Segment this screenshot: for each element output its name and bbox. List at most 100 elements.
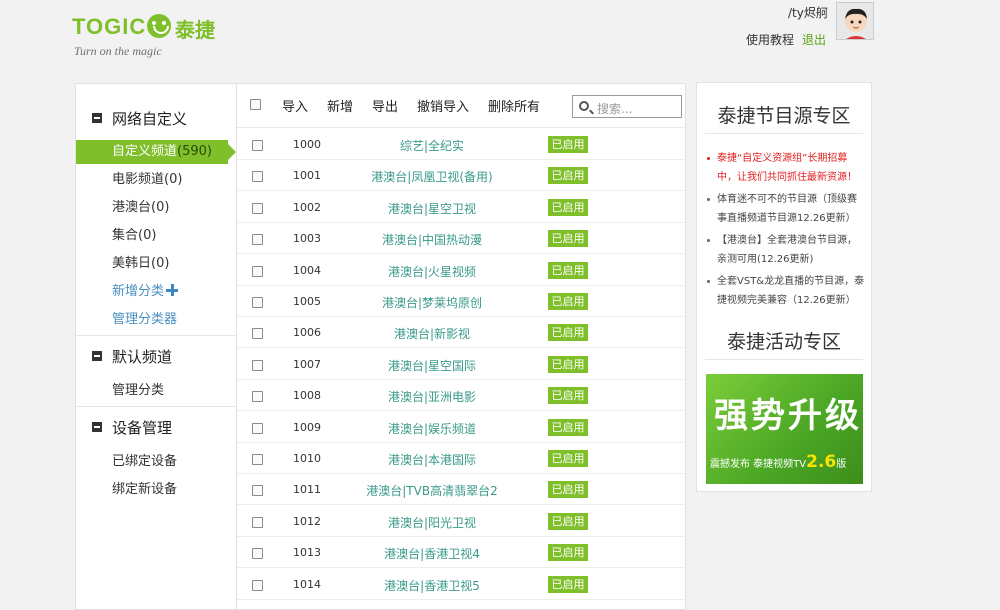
status-badge[interactable]: 已启用: [548, 230, 588, 248]
channel-name[interactable]: 港澳台|新影视: [347, 325, 517, 342]
status-badge[interactable]: 已启用: [548, 293, 588, 310]
status-badge[interactable]: 已启用: [548, 167, 588, 185]
table-row[interactable]: 1007 港澳台|星空国际 已启用: [237, 349, 686, 380]
status-badge[interactable]: 已启用: [548, 355, 588, 373]
collapse-minus-icon[interactable]: [92, 422, 102, 432]
channel-id: 1012: [293, 514, 321, 528]
sidebar-item-count: (0): [151, 256, 170, 271]
sidebar-item-custom-channels[interactable]: 自定义频道(590): [76, 140, 236, 164]
sidebar-item-bind-new-device[interactable]: 绑定新设备: [112, 480, 177, 500]
channel-id: 1004: [293, 263, 321, 277]
table-row[interactable]: 1012 港澳台|阳光卫视 已启用: [237, 506, 686, 537]
status-badge[interactable]: 已启用: [548, 324, 588, 342]
row-checkbox[interactable]: [252, 485, 263, 497]
sidebar-item-collection[interactable]: 集合(0): [112, 226, 156, 246]
table-row[interactable]: 1010 港澳台|本港国际 已启用: [237, 443, 686, 474]
sidebar-item-manage[interactable]: 管理分类: [112, 381, 164, 401]
row-checkbox[interactable]: [252, 328, 263, 340]
row-checkbox[interactable]: [252, 234, 263, 246]
section-device-management[interactable]: 设备管理: [92, 416, 172, 438]
collapse-minus-icon[interactable]: [92, 351, 102, 361]
table-row[interactable]: 1003 港澳台|中国热动漫 已启用: [237, 223, 686, 255]
status-badge[interactable]: 已启用: [548, 575, 588, 593]
collapse-minus-icon[interactable]: [92, 113, 102, 123]
channel-name[interactable]: 港澳台|香港卫视5: [347, 577, 517, 594]
status-badge[interactable]: 已启用: [548, 136, 588, 153]
table-row[interactable]: 1000 综艺|全纪实 已启用: [237, 129, 686, 160]
row-checkbox[interactable]: [252, 297, 263, 308]
togic-logo[interactable]: TOGIC 泰捷 Turn on the magic: [72, 8, 232, 63]
status-badge[interactable]: 已启用: [548, 387, 588, 405]
status-badge[interactable]: 已启用: [548, 481, 588, 499]
table-row[interactable]: 1001 港澳台|凤凰卫视(备用) 已启用: [237, 160, 686, 192]
table-row[interactable]: 1008 港澳台|亚洲电影 已启用: [237, 380, 686, 412]
help-tutorial-link[interactable]: 使用教程: [746, 31, 794, 48]
channel-name[interactable]: 港澳台|本港国际: [347, 451, 517, 468]
channel-name[interactable]: 港澳台|凤凰卫视(备用): [347, 168, 517, 185]
row-checkbox[interactable]: [252, 391, 263, 403]
table-row[interactable]: 1006 港澳台|新影视 已启用: [237, 317, 686, 349]
table-row[interactable]: 1005 港澳台|梦莱坞原创 已启用: [237, 286, 686, 317]
banner-suffix: 版: [836, 459, 847, 470]
sidebar-item-movies[interactable]: 电影频道(0): [112, 170, 182, 190]
table-row[interactable]: 1014 港澳台|香港卫视5 已启用: [237, 569, 686, 600]
import-button[interactable]: 导入: [282, 96, 308, 115]
section-default-channels[interactable]: 默认频道: [92, 345, 172, 367]
status-badge[interactable]: 已启用: [548, 512, 588, 530]
channel-name[interactable]: 港澳台|星空卫视: [347, 200, 517, 217]
section-title: 默认频道: [112, 347, 173, 366]
table-row[interactable]: 1011 港澳台|TVB高清翡翠台2 已启用: [237, 474, 686, 506]
status-badge[interactable]: 已启用: [548, 198, 588, 216]
channel-id: 1009: [293, 420, 321, 434]
sidebar-item-count: (0): [151, 200, 170, 215]
channel-name[interactable]: 港澳台|梦莱坞原创: [347, 294, 517, 311]
news-item[interactable]: 泰捷“自定义资源组”长期招募中，让我们共同抓住最新资源！: [705, 149, 865, 187]
row-checkbox[interactable]: [252, 548, 263, 560]
status-badge[interactable]: 已启用: [548, 544, 588, 562]
table-row[interactable]: 1004 港澳台|火星视频 已启用: [237, 255, 686, 286]
row-checkbox[interactable]: [252, 140, 263, 151]
manage-categories-link[interactable]: 管理分类器: [112, 310, 177, 330]
row-checkbox[interactable]: [252, 171, 263, 183]
status-badge[interactable]: 已启用: [548, 261, 588, 279]
row-checkbox[interactable]: [252, 422, 263, 434]
table-row[interactable]: 1013 港澳台|香港卫视4 已启用: [237, 537, 686, 569]
status-badge[interactable]: 已启用: [548, 450, 588, 467]
table-row[interactable]: 1009 港澳台|娱乐频道 已启用: [237, 412, 686, 443]
sidebar-item-hk-macau-tw[interactable]: 港澳台(0): [112, 198, 169, 218]
row-checkbox[interactable]: [252, 579, 263, 591]
news-item[interactable]: 全套VST&龙龙直播的节目源，泰捷视频完美兼容（12.26更新）: [705, 272, 865, 310]
logout-link[interactable]: 退出: [802, 31, 826, 48]
channel-name[interactable]: 港澳台|香港卫视4: [347, 545, 517, 562]
add-category-link[interactable]: 新增分类: [112, 282, 179, 302]
select-all-checkbox[interactable]: [250, 99, 261, 110]
row-checkbox[interactable]: [252, 516, 263, 528]
upgrade-banner[interactable]: 强势升级 震撼发布 泰捷视频TV2.6版: [706, 374, 863, 484]
channel-name[interactable]: 综艺|全纪实: [347, 137, 517, 154]
search-input[interactable]: 搜索...: [572, 95, 682, 118]
channel-name[interactable]: 港澳台|火星视频: [347, 263, 517, 280]
table-row[interactable]: 1002 港澳台|星空卫视 已启用: [237, 192, 686, 223]
news-item[interactable]: 【港澳台】全套港澳台节目源，亲测可用(12.26更新): [705, 231, 865, 269]
sidebar-item-us-kr-jp[interactable]: 美韩日(0): [112, 254, 169, 274]
channel-name[interactable]: 港澳台|TVB高清翡翠台2: [347, 482, 517, 499]
delete-all-button[interactable]: 删除所有: [488, 96, 540, 115]
channel-name[interactable]: 港澳台|娱乐频道: [347, 420, 517, 437]
row-checkbox[interactable]: [252, 359, 263, 371]
news-item[interactable]: 体育迷不可不的节目源（顶级赛事直播频道节目源12.26更新）: [705, 190, 865, 228]
channel-name[interactable]: 港澳台|阳光卫视: [347, 514, 517, 531]
sidebar-item-bound-devices[interactable]: 已绑定设备: [112, 452, 177, 472]
channel-name[interactable]: 港澳台|星空国际: [347, 357, 517, 374]
status-badge[interactable]: 已启用: [548, 418, 588, 436]
section-network-custom[interactable]: 网络自定义: [92, 107, 187, 129]
channel-name[interactable]: 港澳台|亚洲电影: [347, 388, 517, 405]
user-name: /ty烬舸: [788, 6, 828, 20]
undo-import-button[interactable]: 撤销导入: [417, 96, 469, 115]
row-checkbox[interactable]: [252, 202, 263, 214]
row-checkbox[interactable]: [252, 265, 263, 277]
avatar[interactable]: [836, 2, 874, 40]
add-button[interactable]: 新增: [327, 96, 353, 115]
channel-name[interactable]: 港澳台|中国热动漫: [347, 231, 517, 248]
row-checkbox[interactable]: [252, 454, 263, 465]
export-button[interactable]: 导出: [372, 96, 398, 115]
